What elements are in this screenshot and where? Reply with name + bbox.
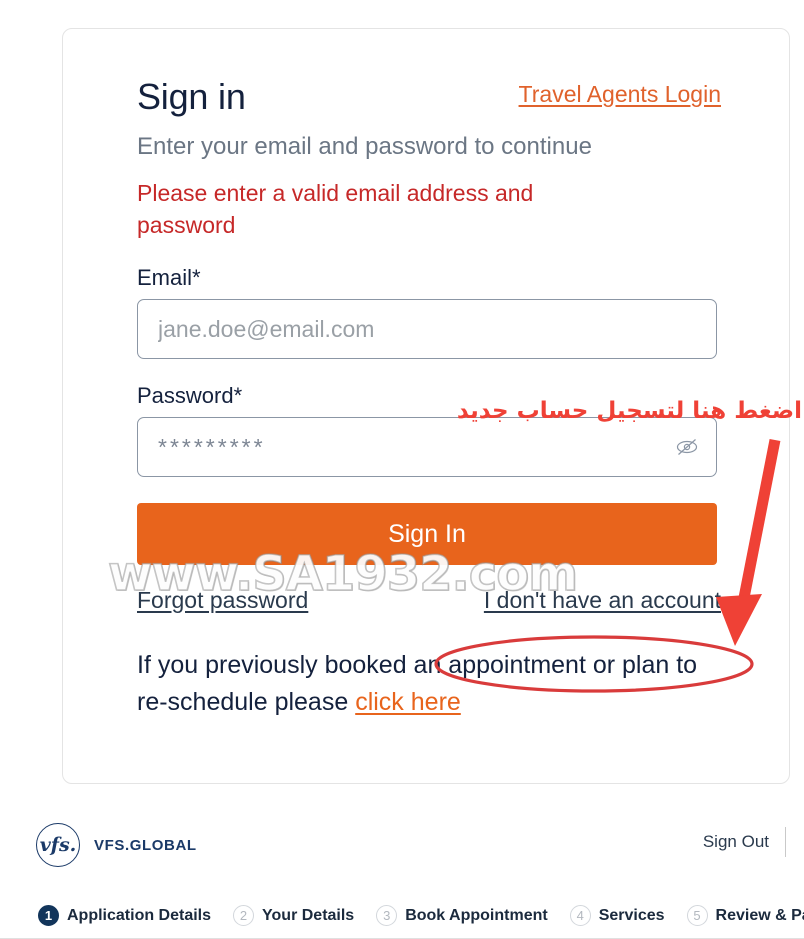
password-label: Password*	[137, 383, 243, 408]
step-number-4: 4	[569, 905, 591, 926]
password-input-wrap	[137, 417, 717, 477]
signin-card: Sign in Travel Agents Login Enter your e…	[62, 28, 790, 784]
vfs-global-logo[interactable]: vfs. VFS.GLOBAL	[36, 823, 197, 867]
vfs-logo-text: VFS.GLOBAL	[94, 836, 197, 854]
links-row: Forgot password I don't have an account	[137, 587, 721, 621]
step-number-2: 2	[233, 905, 255, 926]
step-application-details[interactable]: 1 Application Details	[38, 905, 211, 926]
step-number-5: 5	[686, 905, 708, 926]
title-row: Sign in Travel Agents Login	[137, 75, 721, 123]
signout-group: Sign Out	[703, 827, 786, 857]
no-account-link[interactable]: I don't have an account	[484, 587, 721, 614]
step-label-1: Application Details	[67, 906, 212, 924]
step-your-details[interactable]: 2 Your Details	[233, 905, 354, 926]
step-label-4: Services	[598, 906, 665, 924]
sign-in-button[interactable]: Sign In	[137, 503, 717, 565]
step-number-3: 3	[376, 905, 398, 926]
travel-agents-login-link[interactable]: Travel Agents Login	[519, 81, 721, 108]
signin-card-content: Sign in Travel Agents Login Enter your e…	[137, 75, 721, 721]
vfs-logo-oval-icon: vfs.	[36, 823, 80, 867]
click-here-link[interactable]: click here	[355, 688, 461, 716]
password-input[interactable]	[137, 417, 717, 477]
step-services[interactable]: 4 Services	[569, 905, 665, 926]
eye-slash-icon[interactable]	[673, 433, 701, 461]
signin-subtitle: Enter your email and password to continu…	[137, 133, 592, 160]
sign-out-link[interactable]: Sign Out	[703, 832, 769, 852]
step-review-and-pay[interactable]: 5 Review & Pay	[686, 905, 804, 926]
email-input-wrap	[137, 299, 717, 359]
step-number-1: 1	[38, 905, 59, 926]
signout-divider	[785, 827, 786, 857]
step-label-3: Book Appointment	[405, 906, 548, 924]
page-title: Sign in	[137, 76, 246, 117]
step-indicator: 1 Application Details 2 Your Details 3 B…	[0, 893, 804, 939]
step-label-5: Review & Pay	[715, 906, 804, 924]
signin-page: Sign in Travel Agents Login Enter your e…	[0, 0, 804, 939]
email-label: Email*	[137, 265, 201, 290]
forgot-password-link[interactable]: Forgot password	[137, 587, 308, 614]
validation-error-message: Please enter a valid email address and p…	[137, 180, 534, 238]
footer-bar: vfs. VFS.GLOBAL Sign Out	[0, 805, 804, 894]
step-book-appointment[interactable]: 3 Book Appointment	[376, 905, 548, 926]
reschedule-notice: If you previously booked an appointment …	[137, 647, 717, 721]
email-input[interactable]	[137, 299, 717, 359]
vfs-logo-mark: vfs.	[39, 833, 77, 856]
step-label-2: Your Details	[262, 906, 355, 924]
